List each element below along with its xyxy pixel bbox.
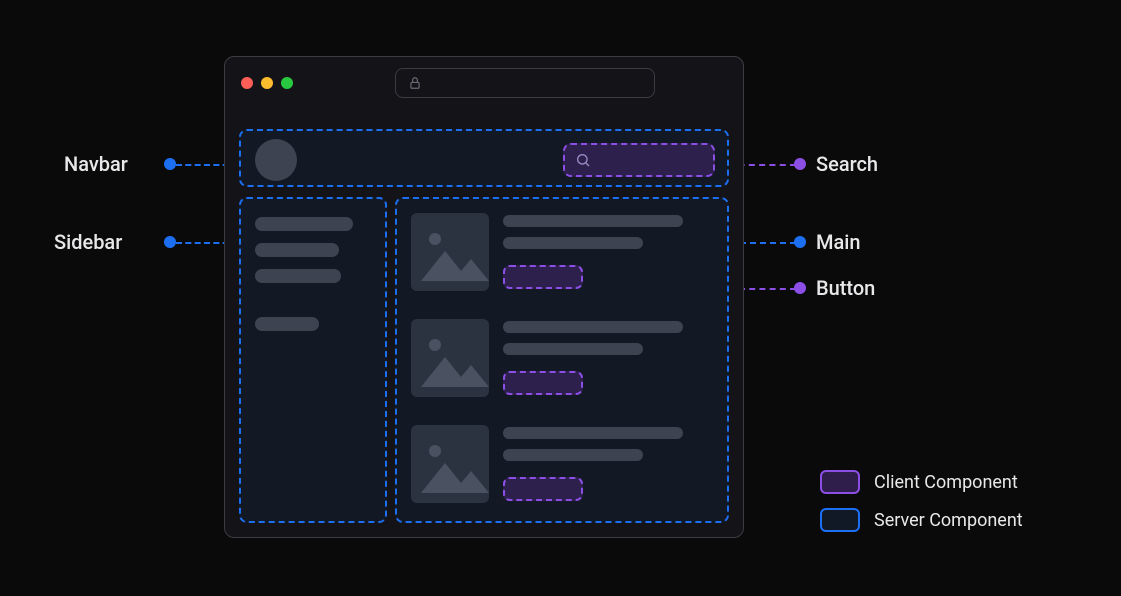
lock-icon bbox=[408, 76, 422, 90]
callout-main-label: Main bbox=[816, 230, 861, 254]
list-item bbox=[411, 319, 717, 413]
sidebar-item[interactable] bbox=[255, 243, 339, 257]
sidebar-item[interactable] bbox=[255, 317, 319, 331]
window-traffic-lights bbox=[241, 77, 293, 89]
url-bar[interactable] bbox=[395, 68, 655, 98]
text-placeholder bbox=[503, 449, 643, 461]
legend-server-component: Server Component bbox=[820, 508, 1023, 532]
avatar bbox=[255, 139, 297, 181]
search-icon bbox=[575, 152, 591, 168]
text-placeholder bbox=[503, 343, 643, 355]
search-input[interactable] bbox=[563, 143, 715, 177]
window-maximize-dot[interactable] bbox=[281, 77, 293, 89]
callout-navbar-label: Navbar bbox=[64, 152, 128, 176]
list-item bbox=[411, 425, 717, 519]
browser-window bbox=[224, 56, 744, 538]
legend-client-component: Client Component bbox=[820, 470, 1023, 494]
window-titlebar bbox=[225, 57, 743, 109]
navbar-region bbox=[239, 129, 729, 187]
callout-dot bbox=[164, 158, 176, 170]
sidebar-region bbox=[239, 197, 387, 523]
sidebar-item[interactable] bbox=[255, 217, 353, 231]
image-placeholder-icon bbox=[411, 319, 489, 397]
item-button[interactable] bbox=[503, 477, 583, 501]
item-button[interactable] bbox=[503, 265, 583, 289]
sidebar-item[interactable] bbox=[255, 269, 341, 283]
callout-dot bbox=[164, 236, 176, 248]
item-button[interactable] bbox=[503, 371, 583, 395]
window-minimize-dot[interactable] bbox=[261, 77, 273, 89]
callout-search-label: Search bbox=[816, 152, 878, 176]
legend: Client Component Server Component bbox=[820, 470, 1023, 532]
image-placeholder-icon bbox=[411, 213, 489, 291]
image-placeholder-icon bbox=[411, 425, 489, 503]
legend-client-label: Client Component bbox=[874, 472, 1018, 493]
callout-button-label: Button bbox=[816, 276, 875, 300]
list-item bbox=[411, 213, 717, 307]
text-placeholder bbox=[503, 427, 683, 439]
text-placeholder bbox=[503, 215, 683, 227]
legend-server-label: Server Component bbox=[874, 510, 1023, 531]
legend-swatch-client bbox=[820, 470, 860, 494]
text-placeholder bbox=[503, 237, 643, 249]
text-placeholder bbox=[503, 321, 683, 333]
window-close-dot[interactable] bbox=[241, 77, 253, 89]
legend-swatch-server bbox=[820, 508, 860, 532]
main-region bbox=[395, 197, 729, 523]
callout-sidebar-label: Sidebar bbox=[54, 230, 122, 254]
